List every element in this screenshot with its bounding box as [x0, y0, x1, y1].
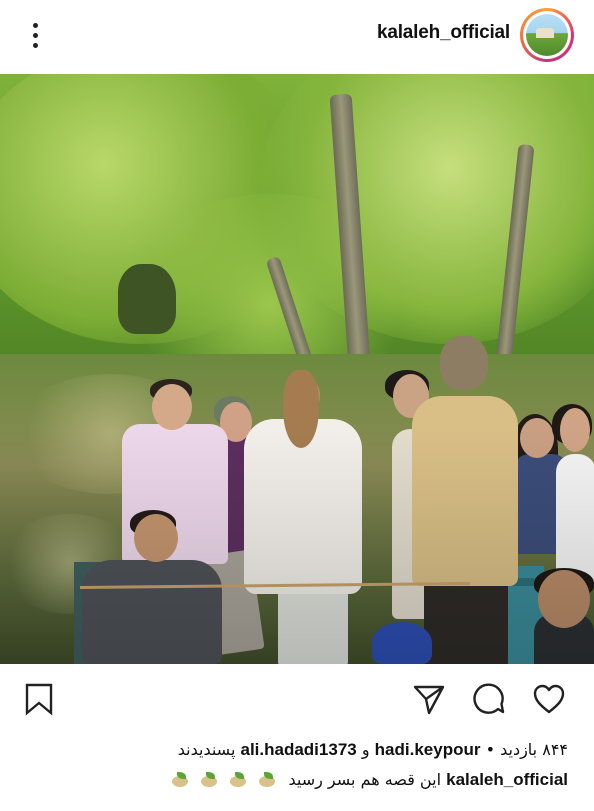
send-icon[interactable]: [412, 682, 446, 716]
seedling-emoji-icon: [257, 771, 277, 790]
dot: [33, 43, 38, 48]
dot: [33, 23, 38, 28]
post-username[interactable]: kalaleh_official: [377, 22, 510, 44]
caption-text: این قصه هم بسر رسید: [288, 770, 442, 789]
seedling-emoji-icon: [170, 771, 190, 790]
comment-icon[interactable]: [472, 682, 506, 716]
more-options-icon[interactable]: [28, 22, 44, 50]
views-count[interactable]: ۸۴۴ بازدید: [500, 740, 568, 759]
caption-emojis: [166, 770, 277, 790]
post-photo[interactable]: [0, 74, 594, 664]
avatar-inner: [523, 11, 571, 59]
post-header: kalaleh_official: [0, 0, 594, 74]
heart-icon[interactable]: [532, 682, 566, 716]
avatar[interactable]: [520, 8, 574, 62]
caption-username[interactable]: kalaleh_official: [446, 770, 568, 789]
avatar-image: [526, 14, 568, 56]
liked-by-user[interactable]: hadi.keypour: [375, 740, 481, 759]
bullet: •: [485, 740, 495, 759]
and-text: و: [361, 740, 370, 759]
seedling-emoji-icon: [199, 771, 219, 790]
liked-by-user[interactable]: ali.hadadi1373: [241, 740, 357, 759]
photo-shade: [0, 74, 594, 664]
bookmark-icon[interactable]: [22, 682, 56, 716]
post-actions: [0, 664, 594, 734]
liked-suffix: پسندیدند: [177, 740, 236, 759]
seedling-emoji-icon: [228, 771, 248, 790]
likes-line: ۸۴۴ بازدید • hadi.keypour و ali.hadadi13…: [178, 740, 568, 760]
caption: kalaleh_official این قصه هم بسر رسید: [166, 770, 568, 790]
dot: [33, 33, 38, 38]
